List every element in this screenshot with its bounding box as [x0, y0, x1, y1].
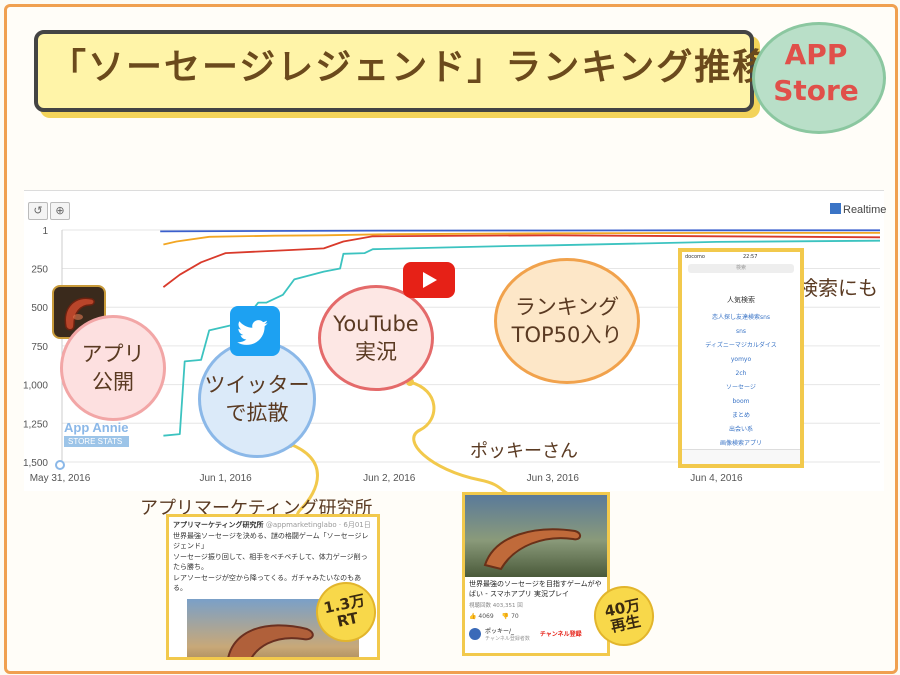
tweet-account: アプリマーケティング研究所 @appmarketinglabo · 6月01日	[173, 521, 371, 529]
y-tick-label: 1,000	[23, 381, 48, 392]
phone-status-bar: docomo 22:57	[685, 254, 758, 260]
x-axis-ticks: May 31, 2016 Jun 1, 2016 Jun 2, 2016 Jun 3,…	[30, 473, 743, 484]
x-tick-label: Jun 1, 2016	[199, 473, 252, 484]
y-tick-label: 1	[42, 226, 48, 237]
subscribe-button: チャンネル登録	[539, 631, 582, 639]
annotation-pokki: ポッキーさん	[470, 441, 578, 462]
twitter-icon	[230, 306, 280, 356]
annotation-ranking: ランキング TOP50入り	[494, 258, 640, 384]
start-marker	[55, 460, 65, 470]
phone-search-item[interactable]: boom	[682, 395, 800, 409]
x-tick-label: Jun 3, 2016	[527, 473, 580, 484]
tweet-line: 世界最強ソーセージを決める、謎の格闘ゲーム「ソーセージレジェンド」	[173, 531, 369, 551]
x-tick-label: May 31, 2016	[30, 473, 91, 484]
youtube-views: 視聴回数 403,351 回	[469, 602, 523, 609]
phone-search-item[interactable]: ディズニーマジカルダイス	[682, 339, 800, 353]
thumbs-up-icon: 👍 4069	[469, 612, 494, 620]
phone-search-item[interactable]: 2ch	[682, 367, 800, 381]
bird-icon	[237, 320, 268, 345]
y-tick-label: 1,500	[23, 458, 48, 469]
phone-search-item[interactable]: 恋人探し友達検索sns	[682, 311, 800, 325]
youtube-reactions: 👍 4069 👎 70	[465, 609, 607, 624]
y-axis-ticks: 1 250 500 750 1,000 1,250 1,500	[23, 226, 48, 469]
app-annie-logo: App Annie STORE STATS	[64, 420, 129, 447]
youtube-screenshot: 世界最強のソーセージを目指すゲームがやばい - スマホアプリ 実況プレイ 視聴回…	[462, 492, 610, 656]
phone-section-title: 人気検索	[727, 296, 755, 304]
phone-search-item[interactable]: sns	[682, 325, 800, 339]
phone-search-item[interactable]: 出会い系	[682, 423, 800, 437]
youtube-title: 世界最強のソーセージを目指すゲームがやばい - スマホアプリ 実況プレイ	[469, 580, 602, 598]
x-tick-label: Jun 4, 2016	[690, 473, 743, 484]
youtube-icon	[403, 262, 455, 298]
phone-search-item[interactable]: まとめ	[682, 409, 800, 423]
youtube-channel-row: ポッキー/_ チャンネル登録者数 チャンネル登録	[465, 624, 607, 644]
play-icon	[423, 272, 437, 288]
annotation-app-release: アプリ 公開	[60, 315, 166, 421]
tweet-line: ソーセージ振り回して、相手をベチベチして、体力ゲージ削ったら勝ち。	[173, 552, 368, 572]
y-tick-label: 1,250	[23, 419, 48, 430]
x-tick-label: Jun 2, 2016	[363, 473, 416, 484]
y-tick-label: 250	[31, 265, 48, 276]
series-line	[160, 229, 880, 233]
phone-search-item[interactable]: ソーセージ	[682, 381, 800, 395]
phone-tab-bar	[682, 449, 800, 464]
annotation-twitter: ツイッター で拡散	[198, 340, 316, 458]
phone-search-list: 恋人探し友達検索sns sns ディズニーマジカルダイス yomyo 2ch ソーセージ b…	[682, 311, 800, 451]
channel-avatar	[469, 627, 481, 640]
y-tick-label: 500	[31, 303, 48, 314]
y-tick-label: 750	[31, 342, 48, 353]
phone-search-field: 検索	[688, 264, 794, 273]
thumbs-down-icon: 👎 70	[501, 612, 519, 620]
phone-search-item[interactable]: yomyo	[682, 353, 800, 367]
youtube-video-frame	[465, 495, 607, 577]
phone-screenshot: docomo 22:57 検索 人気検索 恋人探し友達検索sns sns ディズニーマ…	[678, 248, 804, 468]
annotation-youtube: YouTube 実況	[318, 285, 434, 391]
